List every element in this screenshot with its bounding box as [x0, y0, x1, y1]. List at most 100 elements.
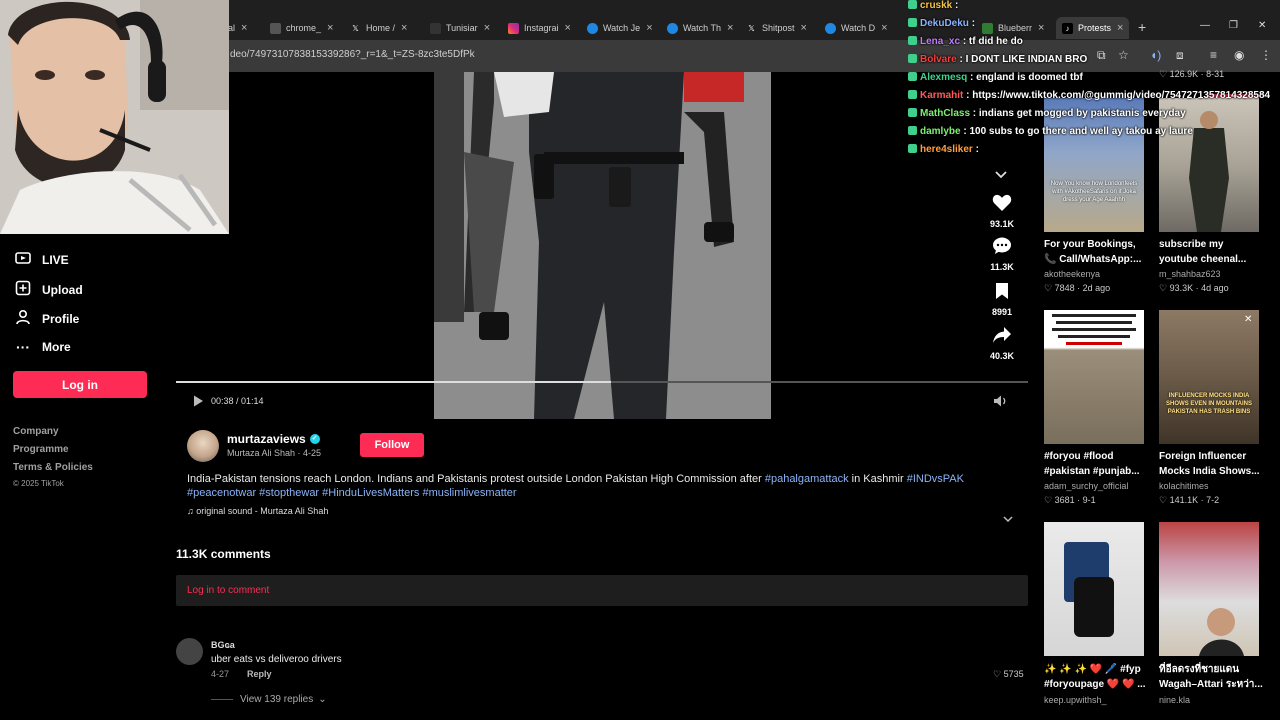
- author-display-name: Murtaza Ali Shah · 4-25: [227, 448, 322, 458]
- reply-button[interactable]: Reply: [247, 669, 272, 679]
- sidebar-item-upload[interactable]: Upload: [15, 280, 83, 299]
- rec-title[interactable]: ✨ ✨ ✨ ❤️ 🖊️ #fyp #foryoupage ❤️ ❤️ ...: [1044, 662, 1148, 692]
- chat-text: :: [971, 18, 976, 29]
- profile-avatar-icon[interactable]: ◉: [1234, 48, 1244, 62]
- close-icon[interactable]: ×: [484, 22, 490, 34]
- rec-author[interactable]: akotheekenya: [1044, 269, 1100, 279]
- rec-thumbnail[interactable]: ✕ INFLUENCER MOCKS INDIA SHOWS EVEN IN M…: [1159, 310, 1259, 444]
- rec-title[interactable]: For your Bookings, 📞 Call/WhatsApp:...: [1044, 237, 1148, 267]
- close-icon[interactable]: ×: [565, 22, 571, 34]
- rec-thumbnail[interactable]: [1159, 522, 1259, 656]
- sidebar-item-live[interactable]: LIVE: [15, 251, 69, 268]
- chevron-down-icon[interactable]: [995, 166, 1007, 184]
- comment-button[interactable]: 11.3K: [985, 237, 1019, 272]
- close-icon[interactable]: ×: [401, 22, 407, 34]
- rec-title[interactable]: #foryou #flood #pakistan #punjab...: [1044, 449, 1148, 479]
- expand-chevron-icon[interactable]: [1003, 509, 1013, 527]
- chat-message: cruskk :: [908, 0, 958, 11]
- hashtag-link[interactable]: #stopthewar: [259, 487, 319, 499]
- bookmark-count: 8991: [991, 307, 1013, 317]
- rec-title[interactable]: ที่อีลดรงที่ชายแดน Wagah–Attari ระหว่า..…: [1159, 662, 1263, 692]
- sidebar-item-more[interactable]: ··· More: [15, 339, 71, 355]
- rec-author[interactable]: adam_surchy_official: [1044, 481, 1128, 491]
- author-username[interactable]: murtazaviews: [227, 432, 306, 446]
- new-tab-button[interactable]: +: [1138, 19, 1146, 35]
- login-to-comment-link[interactable]: Log in to comment: [187, 585, 269, 596]
- close-icon[interactable]: ×: [241, 22, 247, 34]
- rec-title-text[interactable]: ✨ ✨ ✨ ❤️ 🖊️ #fyp #foryoupage ❤️ ❤️ ...: [1044, 662, 1148, 692]
- play-icon[interactable]: [191, 394, 205, 413]
- chat-message: Lena_xc : tf did he do: [908, 36, 1023, 47]
- login-to-comment-bar[interactable]: Log in to comment: [176, 575, 1028, 606]
- sidebar-item-profile[interactable]: Profile: [15, 309, 79, 328]
- bookmark-button[interactable]: 8991: [985, 282, 1019, 317]
- extensions-puzzle-icon[interactable]: ⧈: [1176, 48, 1184, 63]
- rec-title-text[interactable]: ที่อีลดรงที่ชายแดน Wagah–Attari ระหว่า..…: [1159, 662, 1263, 692]
- rec-title-text[interactable]: subscribe my youtube cheenal...: [1159, 237, 1263, 267]
- bookmark-star-icon[interactable]: ☆: [1118, 48, 1129, 62]
- kebab-menu-icon[interactable]: ⋮: [1260, 48, 1272, 62]
- footer-link-company[interactable]: Company: [13, 426, 59, 437]
- login-button[interactable]: Log in: [13, 371, 147, 398]
- hashtag-link[interactable]: #pahalgamattack: [765, 473, 849, 485]
- footer-link-programme[interactable]: Programme: [13, 444, 69, 455]
- browser-tab[interactable]: Instagrai ×: [508, 17, 571, 39]
- close-icon[interactable]: ×: [881, 22, 887, 34]
- menu-lines-icon[interactable]: ≡: [1210, 48, 1217, 62]
- browser-tab[interactable]: Watch Th ×: [667, 17, 733, 39]
- close-icon[interactable]: ×: [727, 22, 733, 34]
- extension-icon[interactable]: ◖): [1150, 48, 1161, 62]
- close-icon[interactable]: ×: [1038, 22, 1044, 34]
- close-icon[interactable]: ×: [327, 22, 333, 34]
- rec-title[interactable]: subscribe my youtube cheenal...: [1159, 237, 1263, 267]
- share-button[interactable]: 40.3K: [985, 326, 1019, 361]
- rec-author[interactable]: kolachitimes: [1159, 481, 1209, 491]
- volume-icon[interactable]: [993, 394, 1009, 413]
- browser-tab[interactable]: Watch Je ×: [587, 17, 653, 39]
- rec-title-text[interactable]: Foreign Influencer Mocks India Shows...: [1159, 449, 1263, 479]
- hashtag-link[interactable]: #peacenotwar: [187, 487, 256, 499]
- browser-tab[interactable]: 𝕏 Shitpost ×: [746, 17, 807, 39]
- rec-title[interactable]: Foreign Influencer Mocks India Shows...: [1159, 449, 1263, 479]
- close-icon[interactable]: ×: [1117, 22, 1123, 34]
- rec-author[interactable]: m_shahbaz623: [1159, 269, 1221, 279]
- like-button[interactable]: 93.1K: [985, 194, 1019, 229]
- rec-title-text[interactable]: For your Bookings, 📞 Call/WhatsApp:...: [1044, 237, 1148, 267]
- browser-tab[interactable]: Tunisiar ×: [430, 17, 490, 39]
- browser-tab[interactable]: Watch D ×: [825, 17, 888, 39]
- install-icon[interactable]: ⧉: [1097, 48, 1106, 63]
- rec-meta-text: 93.3K · 4d ago: [1169, 283, 1229, 293]
- rec-thumbnail[interactable]: [1044, 310, 1144, 444]
- comment-meta: 4-27 Reply: [211, 669, 272, 679]
- author-avatar[interactable]: [187, 430, 219, 462]
- rec-title-text[interactable]: #foryou #flood #pakistan #punjab...: [1044, 449, 1148, 479]
- browser-tab[interactable]: 𝕏 Home / ×: [350, 17, 407, 39]
- close-icon[interactable]: ×: [646, 22, 652, 34]
- hashtag-link[interactable]: #HinduLivesMatters: [322, 487, 419, 499]
- tiktok-icon: ♪: [1062, 22, 1073, 34]
- comment-username[interactable]: BGɢa: [211, 640, 235, 650]
- comment-like-button[interactable]: ♡ 5735: [993, 669, 1024, 680]
- browser-tab-active[interactable]: ♪ Protests ×: [1056, 17, 1130, 39]
- sound-link[interactable]: ♫ original sound - Murtaza Ali Shah: [187, 506, 328, 516]
- close-window-icon[interactable]: ✕: [1258, 20, 1266, 31]
- rec-thumbnail[interactable]: [1044, 522, 1144, 656]
- minimize-icon[interactable]: —: [1200, 20, 1210, 31]
- comment-avatar[interactable]: [176, 638, 203, 665]
- maximize-icon[interactable]: ❐: [1229, 20, 1238, 31]
- browser-tab[interactable]: chrome_ ×: [270, 17, 333, 39]
- video-progress-bar[interactable]: [176, 381, 1028, 383]
- rec-author[interactable]: keep.upwithsh_: [1044, 695, 1107, 705]
- hashtag-link[interactable]: #muslimlivesmatter: [422, 487, 516, 499]
- footer-link-terms[interactable]: Terms & Policies: [13, 462, 93, 473]
- close-icon[interactable]: ×: [801, 22, 807, 34]
- url-text[interactable]: deo/7497310783815339286?_r=1&_t=ZS-8zc3t…: [230, 49, 475, 60]
- view-replies-button[interactable]: View 139 replies ⌄: [211, 694, 327, 705]
- hashtag-link[interactable]: #INDvsPAK: [907, 473, 964, 485]
- close-icon[interactable]: ✕: [1244, 314, 1252, 325]
- rec-author[interactable]: nine.kla: [1159, 695, 1190, 705]
- video-frame[interactable]: [434, 72, 771, 419]
- author-username-row[interactable]: murtazaviews ✓: [227, 432, 320, 446]
- follow-button[interactable]: Follow: [360, 433, 424, 457]
- browser-tab[interactable]: al ×: [228, 17, 247, 39]
